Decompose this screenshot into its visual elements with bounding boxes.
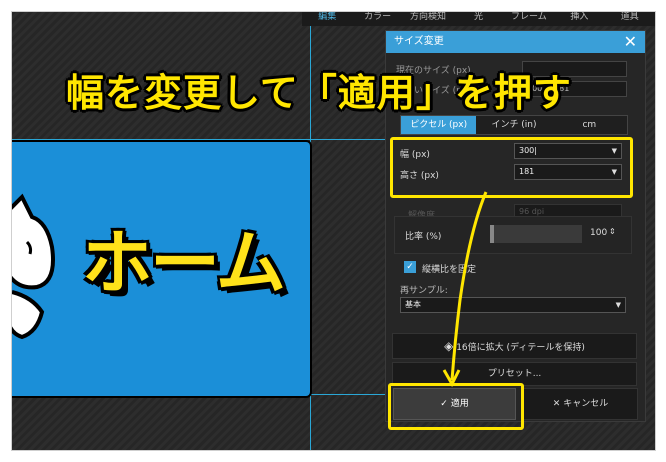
headline-annotation: 幅を変更して「適用」を押す: [66, 71, 572, 115]
